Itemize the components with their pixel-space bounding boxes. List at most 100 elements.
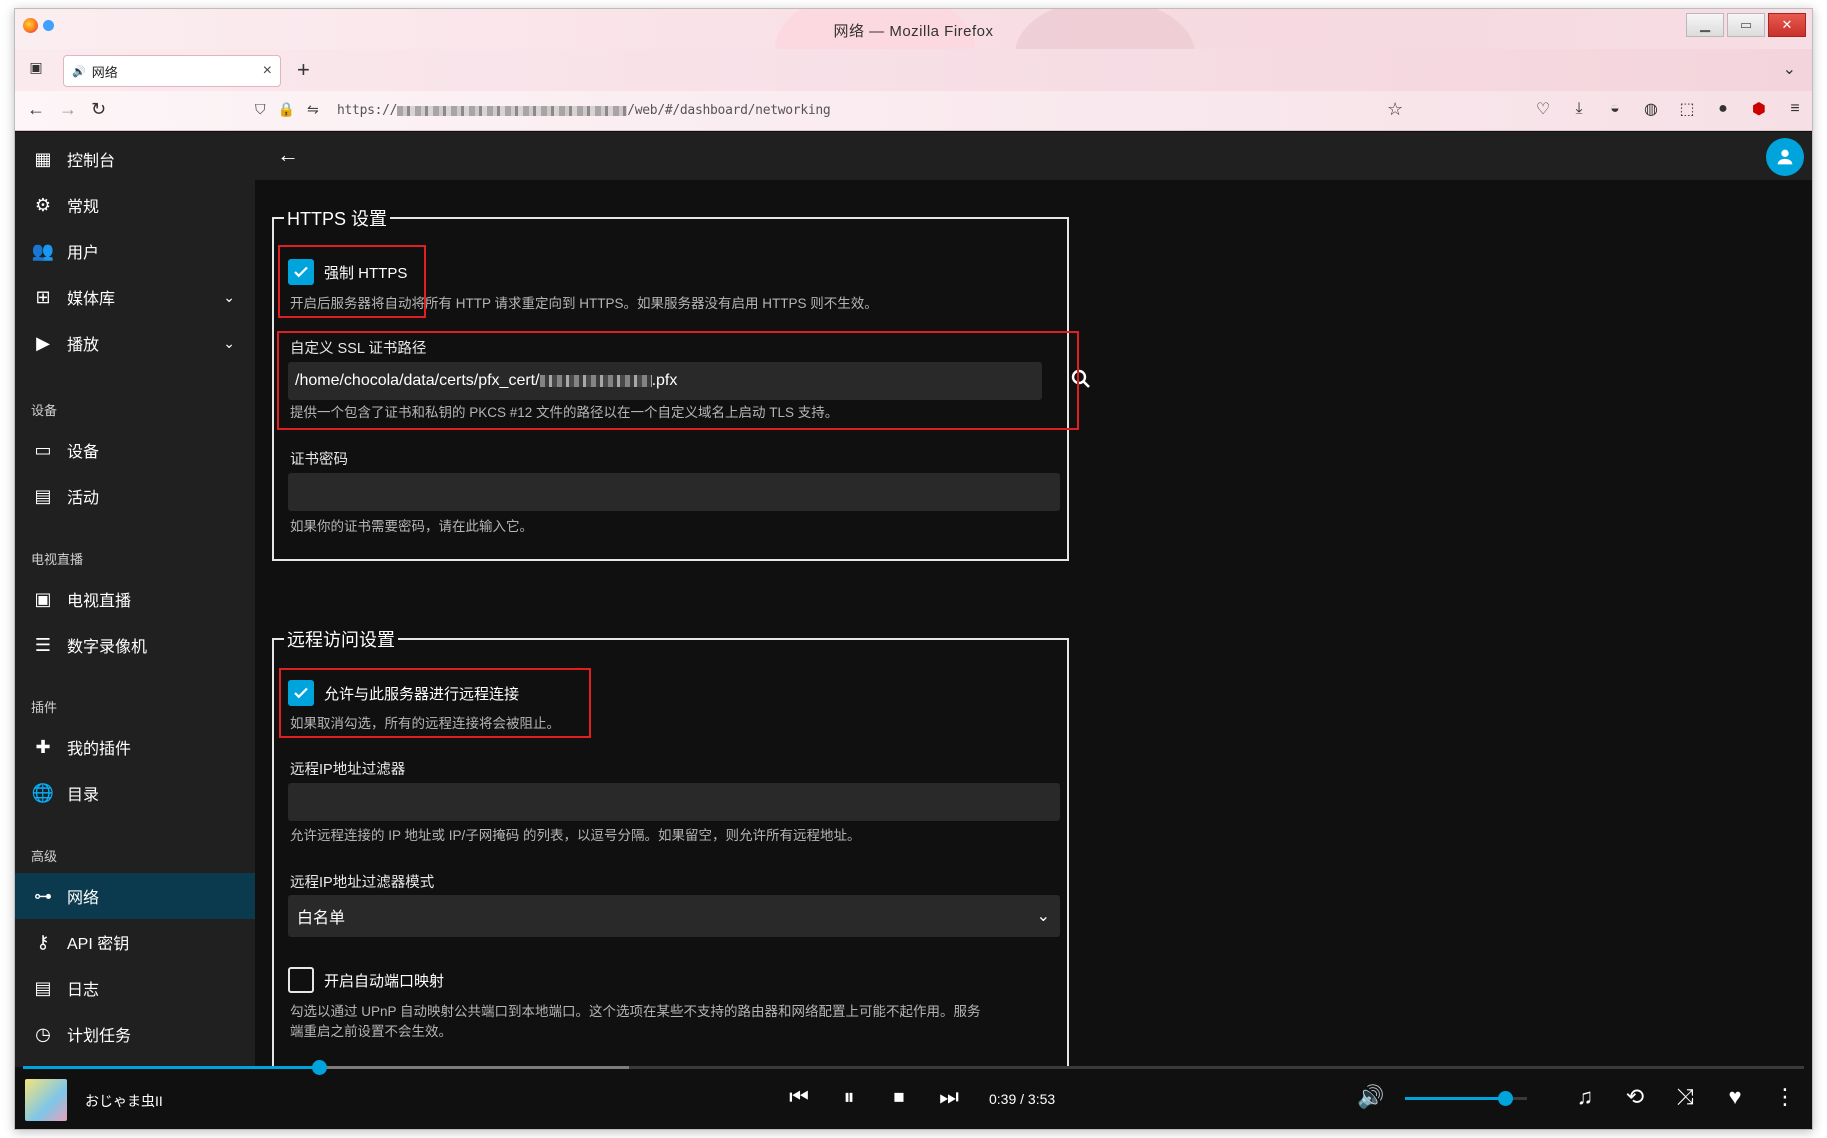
sidebar-item-activity[interactable]: ▤ 活动 bbox=[15, 473, 255, 519]
close-window-button[interactable]: ✕ bbox=[1768, 13, 1806, 37]
sidebar-item-libraries[interactable]: ⊞ 媒体库 ⌄ bbox=[15, 274, 255, 320]
allow-remote-row[interactable]: 允许与此服务器进行远程连接 bbox=[288, 680, 519, 706]
account-extension-icon[interactable]: ● bbox=[1714, 100, 1732, 118]
stop-icon[interactable]: ⏹ bbox=[885, 1083, 913, 1111]
upnp-help-line1: 勾选以通过 UPnP 自动映射公共端口到本地端口。这个选项在某些不支持的路由器和… bbox=[290, 1004, 981, 1019]
force-https-row[interactable]: 强制 HTTPS bbox=[288, 259, 407, 285]
force-https-checkbox[interactable] bbox=[288, 259, 314, 285]
gear-icon: ⚙ bbox=[34, 194, 52, 215]
download-icon[interactable]: ⤓ bbox=[1570, 100, 1588, 118]
devices-icon: ▭ bbox=[34, 439, 52, 460]
cert-password-input[interactable] bbox=[288, 473, 1060, 511]
sidebar-item-catalog[interactable]: 🌐 目录 bbox=[15, 770, 255, 816]
shield-icon[interactable]: ⛉ bbox=[255, 101, 266, 118]
sidebar-item-api-keys[interactable]: ⚷ API 密钥 bbox=[15, 919, 255, 965]
chevron-down-icon[interactable]: ⌄ bbox=[1783, 59, 1796, 79]
extension-icon: ✚ bbox=[35, 736, 51, 757]
previous-track-icon[interactable]: ⏮ bbox=[785, 1083, 813, 1111]
force-https-label: 强制 HTTPS bbox=[324, 264, 408, 282]
reload-icon[interactable]: ↻ bbox=[91, 99, 106, 120]
volume-icon[interactable]: 🔊 bbox=[1357, 1083, 1385, 1111]
sidebar-item-dvr[interactable]: ☰ 数字录像机 bbox=[15, 622, 255, 668]
sidebar-item-scheduled-tasks[interactable]: ◷ 计划任务 bbox=[15, 1011, 255, 1057]
repeat-icon[interactable]: ⟲ bbox=[1621, 1083, 1649, 1111]
seek-thumb[interactable] bbox=[311, 1060, 327, 1075]
play-circle-icon: ▶ bbox=[36, 332, 50, 353]
navigation-bar: ← → ↻ ⛉ 🔒 ⇋ https:///web/#/dashboard/net… bbox=[15, 91, 1812, 131]
user-avatar-icon[interactable] bbox=[1766, 138, 1804, 176]
lock-icon[interactable]: 🔒 bbox=[278, 101, 295, 118]
section-advanced: 高级 bbox=[31, 849, 58, 864]
ip-filter-mode-select[interactable]: 白名单 ⌄ bbox=[288, 895, 1060, 937]
tab-network[interactable]: 🔊 网络 × bbox=[63, 55, 281, 87]
sidebar: ▦ 控制台 ⚙ 常规 👥 用户 ⊞ 媒体库 ⌄ ▶ 播放 ⌄ 设备 ▭ 设备 ▤… bbox=[15, 132, 255, 1067]
track-title[interactable]: おじゃま虫II bbox=[85, 1091, 163, 1111]
menu-icon[interactable]: ≡ bbox=[1786, 100, 1804, 118]
seek-slider[interactable] bbox=[23, 1060, 1804, 1075]
dashboard-icon: ▦ bbox=[34, 148, 52, 169]
sidebar-item-users[interactable]: 👥 用户 bbox=[15, 228, 255, 274]
pocket-icon[interactable]: ♡ bbox=[1534, 100, 1552, 118]
speaker-icon[interactable]: 🔊 bbox=[72, 65, 86, 78]
favorite-heart-icon[interactable]: ♥ bbox=[1721, 1083, 1749, 1111]
jellyfin-app: ▦ 控制台 ⚙ 常规 👥 用户 ⊞ 媒体库 ⌄ ▶ 播放 ⌄ 设备 ▭ 设备 ▤… bbox=[15, 132, 1812, 1129]
sidebar-item-playback[interactable]: ▶ 播放 ⌄ bbox=[15, 320, 255, 366]
upnp-label: 开启自动端口映射 bbox=[324, 972, 445, 990]
globe-icon: 🌐 bbox=[31, 782, 55, 803]
ublock-icon[interactable]: ⬢ bbox=[1750, 100, 1768, 118]
more-vert-icon[interactable]: ⋮ bbox=[1771, 1083, 1799, 1111]
new-tab-button[interactable]: + bbox=[297, 57, 310, 83]
sidebar-item-general[interactable]: ⚙ 常规 bbox=[15, 182, 255, 228]
upnp-checkbox[interactable] bbox=[288, 967, 314, 993]
volume-thumb[interactable] bbox=[1498, 1091, 1514, 1106]
album-cover[interactable] bbox=[25, 1079, 67, 1121]
sidebar-item-devices[interactable]: ▭ 设备 bbox=[15, 427, 255, 473]
live-tv-icon: ▣ bbox=[34, 588, 52, 609]
search-icon[interactable] bbox=[1069, 367, 1093, 396]
sidebar-item-network[interactable]: ⊶ 网络 bbox=[15, 873, 255, 919]
extension-cat-icon[interactable]: ◒ bbox=[1606, 100, 1624, 118]
tab-title: 网络 bbox=[91, 64, 118, 80]
back-arrow-icon[interactable]: ← bbox=[277, 142, 299, 168]
lyrics-icon[interactable]: ♫ bbox=[1571, 1083, 1599, 1111]
cert-password-label: 证书密码 bbox=[290, 452, 348, 468]
sidebar-item-my-plugins[interactable]: ✚ 我的插件 bbox=[15, 724, 255, 770]
extensions-icon[interactable]: ⬚ bbox=[1678, 100, 1696, 118]
chevron-down-icon[interactable]: ⌄ bbox=[223, 335, 235, 352]
volume-slider[interactable] bbox=[1405, 1091, 1527, 1106]
close-tab-icon[interactable]: × bbox=[263, 62, 272, 80]
next-track-icon[interactable]: ⏭ bbox=[935, 1083, 963, 1111]
extension-circle-icon[interactable]: ◍ bbox=[1642, 100, 1660, 118]
upnp-row[interactable]: 开启自动端口映射 bbox=[288, 967, 444, 993]
allow-remote-checkbox[interactable] bbox=[288, 680, 314, 706]
playback-time: 0:39 / 3:53 bbox=[989, 1091, 1056, 1107]
remote-access-legend: 远程访问设置 bbox=[287, 630, 395, 650]
sidebar-item-dashboard[interactable]: ▦ 控制台 bbox=[15, 136, 255, 182]
forward-icon[interactable]: → bbox=[59, 99, 77, 120]
title-bar: 网络 — Mozilla Firefox ▁ ▭ ✕ bbox=[15, 9, 1812, 109]
tab-list-icon[interactable]: ▣ bbox=[25, 59, 47, 79]
shuffle-icon[interactable]: ⤨ bbox=[1671, 1083, 1699, 1111]
bookmark-star-icon[interactable]: ☆ bbox=[1387, 99, 1403, 120]
url-input[interactable]: https:///web/#/dashboard/networking bbox=[337, 103, 831, 118]
clock-icon: ◷ bbox=[35, 1023, 51, 1044]
https-settings-legend: HTTPS 设置 bbox=[287, 209, 388, 229]
back-icon[interactable]: ← bbox=[27, 99, 45, 120]
minimize-button[interactable]: ▁ bbox=[1686, 13, 1724, 37]
maximize-button[interactable]: ▭ bbox=[1727, 13, 1765, 37]
pause-icon[interactable]: ⏸ bbox=[835, 1083, 863, 1111]
users-icon: 👥 bbox=[31, 240, 55, 261]
allow-remote-label: 允许与此服务器进行远程连接 bbox=[324, 685, 520, 703]
chevron-down-icon[interactable]: ⌄ bbox=[223, 289, 235, 306]
cert-path-label: 自定义 SSL 证书路径 bbox=[290, 341, 427, 357]
sidebar-item-livetv[interactable]: ▣ 电视直播 bbox=[15, 576, 255, 622]
allow-remote-help: 如果取消勾选，所有的远程连接将会被阻止。 bbox=[290, 716, 560, 731]
log-icon: ▤ bbox=[34, 977, 52, 998]
permissions-icon[interactable]: ⇋ bbox=[307, 101, 319, 118]
dvr-icon: ☰ bbox=[34, 634, 52, 655]
sidebar-item-logs[interactable]: ▤ 日志 bbox=[15, 965, 255, 1011]
activity-icon: ▤ bbox=[34, 485, 52, 506]
cert-path-input[interactable]: /home/chocola/data/certs/pfx_cert/.pfx bbox=[288, 362, 1042, 400]
ip-filter-input[interactable] bbox=[288, 783, 1060, 821]
seek-progress bbox=[23, 1066, 319, 1069]
